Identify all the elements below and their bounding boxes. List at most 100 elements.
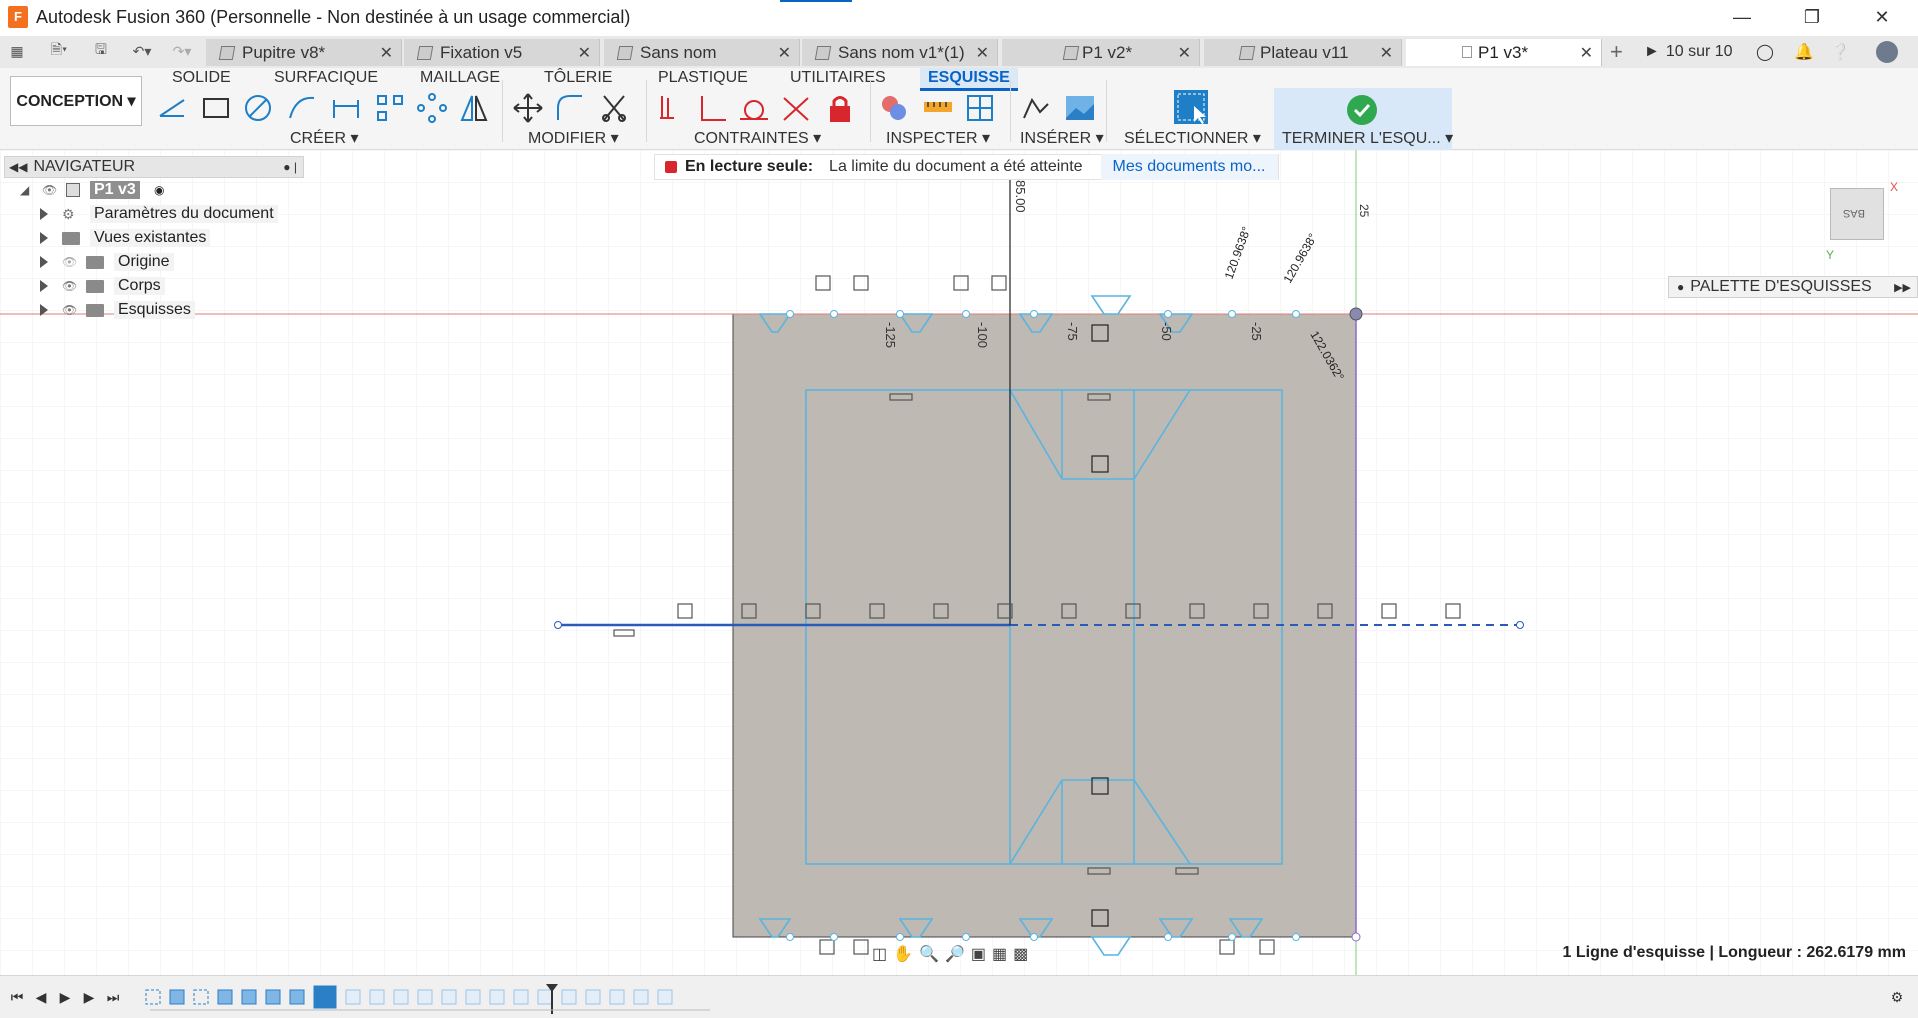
rectangular-pattern-icon[interactable] — [374, 92, 406, 124]
modify-menu[interactable]: MODIFIER ▾ — [528, 128, 619, 148]
collapse-icon[interactable]: ◀◀ — [9, 160, 27, 174]
angle-constraint-icon[interactable] — [780, 92, 812, 124]
navigator-header[interactable]: ◀◀ NAVIGATEUR ● | — [4, 156, 304, 178]
section-analysis-icon[interactable] — [964, 92, 996, 124]
step-forward-icon[interactable]: ▶ — [80, 988, 98, 1006]
doc-tab[interactable]: Pupitre v8* ✕ — [206, 39, 402, 66]
insert-image-icon[interactable] — [1064, 92, 1096, 124]
close-tab-icon[interactable]: ✕ — [1178, 43, 1191, 63]
redo-icon[interactable]: ↷▾ — [166, 40, 198, 62]
move-icon[interactable] — [512, 92, 544, 124]
active-radio-icon[interactable]: ◉ — [154, 183, 164, 197]
dimension-tool-icon[interactable] — [330, 92, 362, 124]
display-settings-icon[interactable]: ▣ — [971, 944, 986, 966]
grid-settings-icon[interactable]: ▦ — [992, 944, 1007, 966]
job-status[interactable]: ► 10 sur 10 — [1644, 39, 1733, 65]
view-cube-face[interactable]: BAS — [1843, 207, 1865, 219]
constraints-menu[interactable]: CONTRAINTES ▾ — [694, 128, 821, 148]
pin-icon[interactable]: ● | — [283, 160, 297, 174]
timeline-features[interactable] — [140, 984, 720, 1014]
tab-utilitaires[interactable]: UTILITAIRES — [790, 68, 886, 88]
circle-tool-icon[interactable] — [242, 92, 274, 124]
origin-point[interactable] — [1349, 307, 1363, 321]
palette-toggle-icon[interactable]: ● — [1677, 280, 1684, 294]
timeline-settings-icon[interactable]: ⚙ — [1888, 988, 1906, 1006]
top-right-dimension-value[interactable]: 25 — [1357, 204, 1371, 218]
expand-triangle-icon[interactable] — [40, 280, 48, 292]
expand-triangle-icon[interactable]: ◢ — [20, 183, 29, 197]
visibility-icon[interactable]: 👁 — [62, 303, 77, 317]
go-to-end-icon[interactable]: ⏭ — [104, 988, 122, 1006]
help-icon[interactable]: ❔ — [1830, 39, 1850, 65]
doc-tab[interactable]: P1 v2* ✕ — [1002, 39, 1200, 66]
expand-triangle-icon[interactable] — [40, 232, 48, 244]
inspect-menu[interactable]: INSPECTER ▾ — [886, 128, 990, 148]
line-tool-icon[interactable] — [156, 92, 188, 124]
tab-tolerie[interactable]: TÔLERIE — [544, 68, 612, 88]
coincident-constraint-icon[interactable] — [654, 92, 686, 124]
doc-tab-active[interactable]: P1 v3* ✕ — [1406, 39, 1602, 66]
minimize-icon[interactable]: — — [1710, 0, 1774, 34]
visibility-icon[interactable]: 👁 — [62, 279, 77, 293]
tab-maillage[interactable]: MAILLAGE — [420, 68, 500, 88]
navigator-item-origin[interactable]: 👁 Origine — [4, 250, 304, 274]
perpendicular-constraint-icon[interactable] — [696, 92, 728, 124]
select-menu[interactable]: SÉLECTIONNER ▾ — [1124, 128, 1261, 148]
sketch-palette[interactable]: ● PALETTE D'ESQUISSES ▶▶ — [1668, 276, 1918, 298]
insert-menu[interactable]: INSÉRER ▾ — [1020, 128, 1104, 148]
expand-triangle-icon[interactable] — [40, 256, 48, 268]
fix-lock-icon[interactable] — [824, 92, 856, 124]
expand-triangle-icon[interactable] — [40, 304, 48, 316]
navigator-item-named-views[interactable]: Vues existantes — [4, 226, 304, 250]
save-icon[interactable]: 🖫 — [92, 40, 110, 62]
trim-icon[interactable] — [598, 92, 630, 124]
tab-esquisse[interactable]: ESQUISSE — [920, 68, 1018, 91]
workspace-switcher[interactable]: CONCEPTION ▾ — [10, 76, 142, 126]
navigator-item-bodies[interactable]: 👁 Corps — [4, 274, 304, 298]
avatar[interactable] — [1876, 41, 1898, 63]
finish-sketch-button[interactable]: TERMINER L'ESQU... ▾ — [1282, 128, 1453, 148]
insert-dxf-icon[interactable] — [1020, 92, 1052, 124]
tab-plastique[interactable]: PLASTIQUE — [658, 68, 748, 88]
check-icon[interactable] — [1346, 94, 1378, 126]
doc-tab[interactable]: Sans nom v1*(1) ✕ — [802, 39, 998, 66]
doc-tab[interactable]: Plateau v11 ✕ — [1204, 39, 1402, 66]
arc-tool-icon[interactable] — [286, 92, 318, 124]
close-tab-icon[interactable]: ✕ — [976, 43, 989, 63]
undo-icon[interactable]: ↶▾ — [126, 40, 158, 62]
navigator-item-sketches[interactable]: 👁 Esquisses — [4, 298, 304, 322]
sketch-endpoint[interactable] — [1351, 932, 1361, 942]
close-tab-icon[interactable]: ✕ — [778, 43, 791, 63]
tab-surfacique[interactable]: SURFACIQUE — [274, 68, 378, 88]
sketch-endpoint[interactable] — [554, 621, 562, 629]
viewports-icon[interactable]: ▩ — [1013, 944, 1028, 966]
expand-icon[interactable]: ▶▶ — [1894, 281, 1911, 294]
notification-icon[interactable]: 🔔 — [1794, 39, 1814, 65]
tab-solide[interactable]: SOLIDE — [172, 68, 231, 88]
close-tab-icon[interactable]: ✕ — [578, 43, 591, 63]
measure-icon[interactable] — [922, 92, 954, 124]
fillet-icon[interactable] — [554, 92, 586, 124]
doc-tab[interactable]: Fixation v5 ✕ — [404, 39, 600, 66]
navigator-item-document-settings[interactable]: ⚙ Paramètres du document — [4, 202, 304, 226]
select-tool-icon[interactable] — [1172, 88, 1210, 126]
sketch-endpoint[interactable] — [1516, 621, 1524, 629]
restore-icon[interactable]: ❐ — [1780, 0, 1844, 34]
visibility-off-icon[interactable]: 👁 — [62, 255, 77, 269]
extensions-icon[interactable]: ◯ — [1756, 39, 1774, 65]
visibility-icon[interactable]: 👁 — [42, 183, 57, 197]
orbit-icon[interactable]: ◫ — [872, 944, 887, 966]
app-grid-icon[interactable]: ▦ — [8, 40, 26, 62]
close-icon[interactable]: ✕ — [1850, 0, 1914, 34]
play-icon[interactable]: ▶ — [56, 988, 74, 1006]
doc-tab[interactable]: Sans nom ✕ — [604, 39, 800, 66]
close-tab-icon[interactable]: ✕ — [1380, 43, 1393, 63]
step-back-icon[interactable]: ◀ — [32, 988, 50, 1006]
pan-icon[interactable]: ✋ — [893, 944, 913, 966]
create-menu[interactable]: CRÉER ▾ — [290, 128, 358, 148]
mirror-tool-icon[interactable] — [458, 92, 490, 124]
close-tab-icon[interactable]: ✕ — [380, 43, 393, 63]
vertical-dimension-value[interactable]: 85.00 — [1013, 180, 1028, 213]
close-tab-icon[interactable]: ✕ — [1580, 43, 1593, 63]
fit-icon[interactable]: 🔎 — [945, 944, 965, 966]
